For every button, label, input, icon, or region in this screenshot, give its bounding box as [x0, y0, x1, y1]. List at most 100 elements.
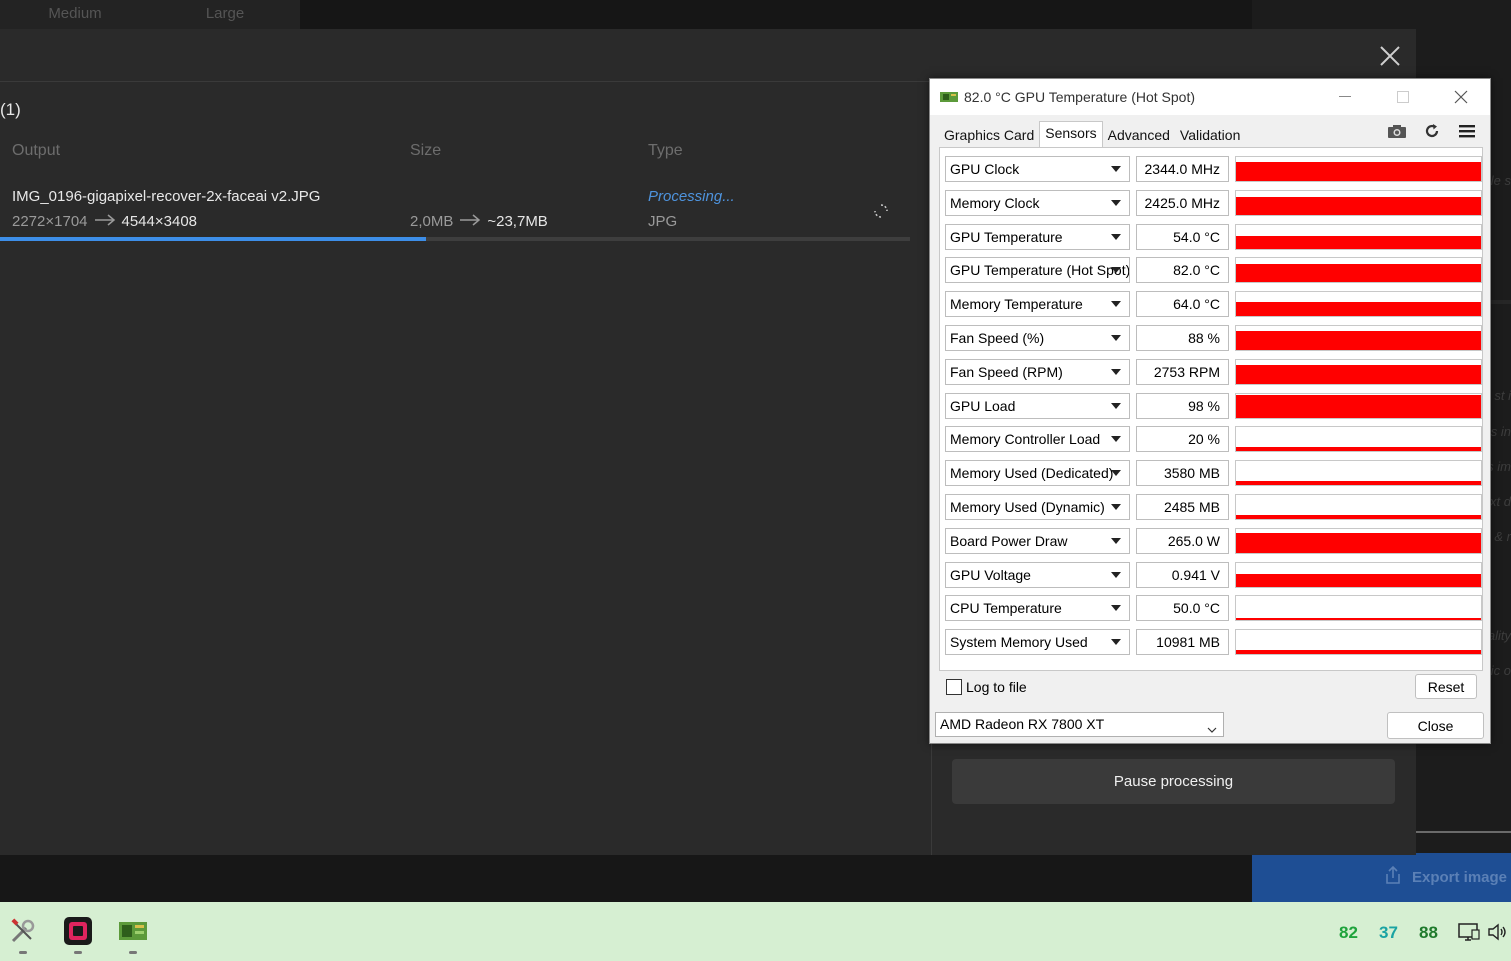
sensor-graph-fill: [1236, 264, 1481, 282]
sensor-graph: [1235, 257, 1482, 283]
sensor-name-dropdown[interactable]: Memory Controller Load: [945, 426, 1130, 452]
dropdown-arrow-icon[interactable]: [1111, 538, 1121, 544]
sensor-graph: [1235, 359, 1482, 385]
log-to-file-checkbox[interactable]: [946, 679, 962, 695]
sensor-name-dropdown[interactable]: System Memory Used: [945, 629, 1130, 655]
tools-icon[interactable]: [7, 915, 39, 954]
tab-graphics-card[interactable]: Graphics Card: [939, 123, 1039, 147]
sensor-name-dropdown[interactable]: GPU Clock: [945, 156, 1130, 182]
dropdown-arrow-icon[interactable]: [1111, 403, 1121, 409]
dropdown-arrow-icon[interactable]: [1111, 267, 1121, 273]
sensor-graph: [1235, 190, 1482, 216]
gpuz-icon[interactable]: [117, 915, 149, 954]
panel-scrollbar[interactable]: [1412, 831, 1511, 833]
dropdown-arrow-icon[interactable]: [1111, 335, 1121, 341]
sensor-row: Board Power Draw 265.0 W: [945, 528, 1482, 554]
file-type: JPG: [648, 213, 678, 230]
gpu-card-icon: [940, 90, 958, 104]
tab-advanced[interactable]: Advanced: [1103, 123, 1175, 147]
sensor-name-dropdown[interactable]: Memory Temperature: [945, 291, 1130, 317]
panel-text: le s: [1490, 173, 1511, 188]
dialog-close-icon[interactable]: [1378, 44, 1402, 68]
dropdown-arrow-icon[interactable]: [1111, 572, 1121, 578]
sensor-value: 2344.0 MHz: [1136, 156, 1229, 182]
maximize-icon[interactable]: [1374, 79, 1432, 115]
camera-icon[interactable]: [1386, 122, 1408, 140]
sensor-row: Memory Used (Dedicated) 3580 MB: [945, 460, 1482, 486]
refresh-icon[interactable]: [1421, 122, 1443, 140]
segment-medium[interactable]: Medium: [0, 0, 150, 29]
sensor-row: Memory Temperature 64.0 °C: [945, 291, 1482, 317]
tab-validation[interactable]: Validation: [1175, 123, 1245, 147]
dropdown-arrow-icon[interactable]: [1111, 234, 1121, 240]
log-to-file-label: Log to file: [966, 679, 1027, 695]
sensor-graph-fill: [1236, 197, 1481, 215]
sensor-graph: [1235, 291, 1482, 317]
sensor-name-dropdown[interactable]: Board Power Draw: [945, 528, 1130, 554]
gpuz-tabs: Graphics Card Sensors Advanced Validatio…: [939, 121, 1245, 147]
sensor-name-dropdown[interactable]: Memory Clock: [945, 190, 1130, 216]
sensor-row: Fan Speed (RPM) 2753 RPM: [945, 359, 1482, 385]
panel-text: xt d: [1490, 494, 1511, 509]
sensor-graph-fill: [1236, 302, 1481, 316]
sensor-row: CPU Temperature 50.0 °C: [945, 595, 1482, 621]
gigapixel-icon[interactable]: [62, 915, 94, 954]
sensor-name-dropdown[interactable]: GPU Temperature (Hot Spot): [945, 257, 1130, 283]
tray-cpu-temp[interactable]: 37: [1379, 923, 1398, 943]
dropdown-arrow-icon[interactable]: [1111, 504, 1121, 510]
sensor-value: 64.0 °C: [1136, 291, 1229, 317]
output-filename: IMG_0196-gigapixel-recover-2x-faceai v2.…: [12, 188, 321, 205]
sensor-name-dropdown[interactable]: GPU Temperature: [945, 224, 1130, 250]
sensor-graph: [1235, 393, 1482, 419]
reset-button[interactable]: Reset: [1415, 674, 1477, 699]
sensor-name-dropdown[interactable]: Fan Speed (%): [945, 325, 1130, 351]
sensor-row: GPU Temperature (Hot Spot) 82.0 °C: [945, 257, 1482, 283]
menu-icon[interactable]: [1456, 122, 1478, 140]
dropdown-arrow-icon[interactable]: [1111, 639, 1121, 645]
sensor-value: 98 %: [1136, 393, 1229, 419]
volume-icon[interactable]: [1487, 921, 1509, 943]
tray-gpu-temp[interactable]: 82: [1339, 923, 1358, 943]
sensor-graph: [1235, 595, 1482, 621]
progress-track: [0, 237, 910, 241]
sensor-name-dropdown[interactable]: Memory Used (Dedicated): [945, 460, 1130, 486]
dropdown-arrow-icon[interactable]: [1111, 470, 1121, 476]
sensor-name-dropdown[interactable]: Memory Used (Dynamic): [945, 494, 1130, 520]
sensor-graph: [1235, 629, 1482, 655]
sensor-row: Memory Clock 2425.0 MHz: [945, 190, 1482, 216]
sensor-name-dropdown[interactable]: GPU Load: [945, 393, 1130, 419]
sensor-name-dropdown[interactable]: Fan Speed (RPM): [945, 359, 1130, 385]
sensor-name-dropdown[interactable]: CPU Temperature: [945, 595, 1130, 621]
sensor-value: 3580 MB: [1136, 460, 1229, 486]
close-icon[interactable]: [1432, 79, 1490, 115]
dropdown-arrow-icon[interactable]: [1111, 200, 1121, 206]
size-to: ~23,7MB: [487, 213, 548, 230]
dropdown-arrow-icon[interactable]: [1111, 369, 1121, 375]
sensor-name-dropdown[interactable]: GPU Voltage: [945, 562, 1130, 588]
tray-fan-speed[interactable]: 88: [1419, 923, 1438, 943]
export-image-button[interactable]: Export image: [1252, 853, 1511, 902]
dropdown-arrow-icon[interactable]: [1111, 605, 1121, 611]
dropdown-arrow-icon[interactable]: [1111, 166, 1121, 172]
panel-text: ality: [1487, 628, 1511, 643]
pause-processing-button[interactable]: Pause processing: [952, 759, 1395, 804]
log-to-file[interactable]: Log to file: [946, 679, 1027, 695]
dropdown-arrow-icon[interactable]: [1111, 436, 1121, 442]
tab-sensors[interactable]: Sensors: [1039, 121, 1103, 147]
queue-count: (1): [0, 100, 21, 119]
sensor-value: 2425.0 MHz: [1136, 190, 1229, 216]
gpu-select-value: AMD Radeon RX 7800 XT: [940, 716, 1105, 732]
minimize-icon[interactable]: [1316, 79, 1374, 115]
gpu-select[interactable]: AMD Radeon RX 7800 XT: [935, 712, 1224, 737]
processing-status: Processing...: [648, 188, 735, 205]
sensor-graph: [1235, 528, 1482, 554]
segment-large[interactable]: Large: [150, 0, 300, 29]
gpuz-window: 82.0 °C GPU Temperature (Hot Spot) Graph…: [929, 78, 1491, 744]
gpuz-titlebar[interactable]: 82.0 °C GPU Temperature (Hot Spot): [930, 79, 1490, 115]
close-button[interactable]: Close: [1387, 712, 1484, 739]
column-output: Output: [12, 142, 61, 159]
dropdown-arrow-icon[interactable]: [1111, 301, 1121, 307]
network-icon[interactable]: [1458, 921, 1480, 943]
sensor-row: System Memory Used 10981 MB: [945, 629, 1482, 655]
sensor-row: GPU Clock 2344.0 MHz: [945, 156, 1482, 182]
